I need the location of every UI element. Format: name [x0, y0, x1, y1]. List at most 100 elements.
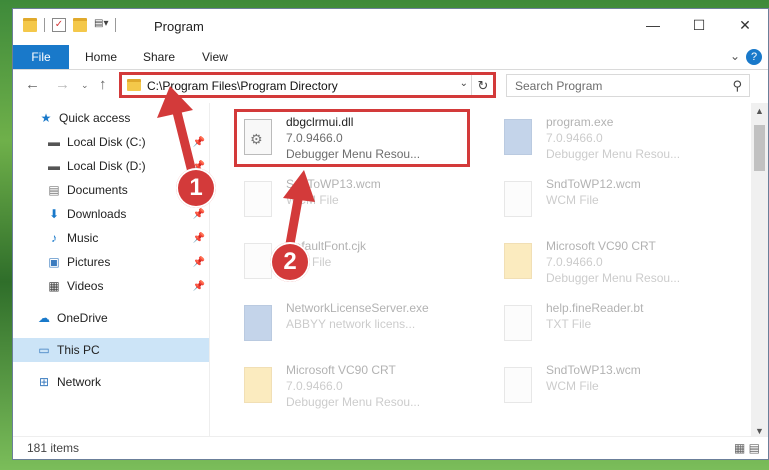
sidebar-item-label: Quick access [59, 111, 131, 125]
folder-icon [240, 363, 276, 407]
file-item-vc90-crt[interactable]: Microsoft VC90 CRT 7.0.9466.0 Debugger M… [494, 233, 724, 289]
sidebar-item-label: Pictures [67, 255, 111, 269]
file-item-sndtowp13-2[interactable]: SndToWP13.wcm WCM File [494, 357, 724, 413]
videos-icon: ▦ [48, 279, 60, 293]
file-item-sndtowp13[interactable]: SndToWP13.wcm WCM File [234, 171, 464, 227]
pin-icon[interactable]: 📌 [193, 137, 205, 148]
file-type: TXT File [546, 317, 592, 331]
sidebar-item-label: OneDrive [57, 311, 108, 325]
folder-icon [500, 239, 536, 283]
view-toggle-icons[interactable]: ▦ ▤ [734, 441, 760, 455]
music-icon: ♪ [51, 231, 57, 245]
minimize-button[interactable]: — [630, 9, 676, 41]
pin-icon[interactable]: 📌 [193, 233, 205, 244]
scroll-up-icon[interactable]: ▲ [755, 106, 764, 116]
window-title: Program [154, 19, 204, 34]
explorer-window: ✓ ▤▾ Program — ☐ ✕ File Home Share View … [12, 8, 769, 460]
sidebar-item-this-pc[interactable]: ▭ This PC [13, 338, 209, 362]
step-1-badge: 1 [176, 168, 216, 208]
address-path[interactable]: C:\Program Files\Program Directory [147, 79, 338, 93]
file-description: ABBYY network licens... [286, 317, 416, 331]
forward-icon[interactable]: → [55, 76, 70, 93]
file-type: WCM File [286, 193, 339, 207]
properties-icon[interactable]: ✓ [52, 18, 66, 32]
sidebar-item-videos[interactable]: ▦ Videos 📌 [13, 274, 209, 298]
file-name: Microsoft VC90 CRT [546, 239, 656, 253]
sidebar-item-label: Documents [67, 183, 128, 197]
exe-file-icon [240, 301, 276, 345]
file-item-sndtowp12[interactable]: SndToWP12.wcm WCM File [494, 171, 724, 227]
file-description: Debugger Menu Resou... [286, 147, 421, 161]
tab-view[interactable]: View [202, 45, 228, 69]
document-file-icon [240, 177, 276, 221]
file-name: program.exe [546, 115, 614, 129]
window-controls: — ☐ ✕ [630, 9, 768, 41]
sidebar-item-music[interactable]: ♪ Music 📌 [13, 226, 209, 250]
back-icon[interactable]: ← [25, 76, 40, 93]
status-bar: 181 items ▦ ▤ [13, 436, 768, 459]
file-item-vc90-crt-2[interactable]: Microsoft VC90 CRT 7.0.9466.0 Debugger M… [234, 357, 464, 413]
vertical-scrollbar[interactable]: ▲ ▼ [751, 103, 768, 439]
sidebar-item-local-disk-c[interactable]: ▬ Local Disk (C:) 📌 [13, 130, 209, 154]
file-version: 7.0.9466.0 [286, 379, 343, 393]
scroll-down-icon[interactable]: ▼ [755, 426, 764, 436]
sidebar-item-label: Videos [67, 279, 104, 293]
tab-home[interactable]: Home [85, 45, 117, 69]
scrollbar-thumb[interactable] [754, 125, 765, 171]
tab-file[interactable]: File [13, 45, 69, 69]
sidebar-item-label: Network [57, 375, 102, 389]
drive-icon: ▬ [48, 159, 60, 173]
chevron-down-icon[interactable]: ⌄ [460, 78, 468, 89]
item-count: 181 items [27, 441, 80, 455]
file-name: NetworkLicenseServer.exe [286, 301, 429, 315]
maximize-button[interactable]: ☐ [676, 9, 722, 41]
address-bar[interactable]: C:\Program Files\Program Directory ⌄ ↻ [121, 74, 495, 97]
sidebar-item-quick-access[interactable]: ★ Quick access [13, 106, 209, 130]
file-name: SndToWP13.wcm [286, 177, 381, 191]
file-item-program[interactable]: program.exe 7.0.9466.0 Debugger Menu Res… [494, 109, 724, 165]
navigation-bar: ← → ⌄ ↑ C:\Program Files\Program Directo… [13, 70, 768, 102]
sidebar-item-label: Local Disk (C:) [67, 135, 146, 149]
file-version: 7.0.9466.0 [546, 255, 603, 269]
pin-icon[interactable]: 📌 [193, 281, 205, 292]
file-item-help-finereader[interactable]: help.fineReader.bt TXT File [494, 295, 724, 351]
sidebar-item-label: This PC [57, 343, 100, 357]
file-type: WCM File [546, 193, 599, 207]
pictures-icon: ▣ [48, 255, 60, 269]
folder-icon [23, 18, 37, 32]
sidebar-item-downloads[interactable]: ⬇ Downloads 📌 [13, 202, 209, 226]
expand-ribbon-icon[interactable]: ⌄ [730, 49, 740, 63]
refresh-icon[interactable]: ↻ [471, 75, 494, 96]
tab-share[interactable]: Share [143, 45, 175, 69]
sidebar-item-label: Local Disk (D:) [67, 159, 146, 173]
file-item-dbgclrmui[interactable]: ⚙ dbgclrmui.dll 7.0.9466.0 Debugger Menu… [234, 109, 464, 165]
downloads-icon: ⬇ [48, 207, 60, 221]
file-item-defaultfont[interactable]: DefaultFont.cjk CJK File [234, 233, 464, 289]
ribbon-tabs: File Home Share View ⌄ ? [13, 45, 768, 70]
document-file-icon [500, 301, 536, 345]
sidebar-item-onedrive[interactable]: ☁ OneDrive [13, 306, 209, 330]
pin-icon[interactable]: 📌 [193, 257, 205, 268]
close-button[interactable]: ✕ [722, 9, 768, 41]
toolbar-divider [115, 18, 116, 32]
up-icon[interactable]: ↑ [99, 76, 107, 93]
help-icon[interactable]: ? [746, 49, 762, 65]
search-input[interactable]: Search Program ⚲ [506, 74, 750, 97]
documents-icon: ▤ [48, 183, 60, 197]
search-icon[interactable]: ⚲ [732, 78, 742, 94]
dll-file-icon: ⚙ [240, 115, 276, 159]
network-icon: ⊞ [38, 375, 50, 389]
folder-icon [127, 79, 141, 91]
customize-toolbar-icon[interactable]: ▤▾ [94, 18, 108, 32]
drive-icon: ▬ [48, 135, 60, 149]
file-item-networklicenseserver[interactable]: NetworkLicenseServer.exe ABBYY network l… [234, 295, 464, 351]
recent-locations-icon[interactable]: ⌄ [81, 80, 89, 91]
sidebar-item-label: Music [67, 231, 99, 245]
sidebar-item-pictures[interactable]: ▣ Pictures 📌 [13, 250, 209, 274]
new-folder-icon[interactable] [73, 18, 87, 32]
file-name: dbgclrmui.dll [286, 115, 354, 129]
cloud-icon: ☁ [38, 311, 50, 325]
file-description: Debugger Menu Resou... [286, 395, 421, 409]
pin-icon[interactable]: 📌 [193, 209, 205, 220]
sidebar-item-network[interactable]: ⊞ Network [13, 370, 209, 394]
